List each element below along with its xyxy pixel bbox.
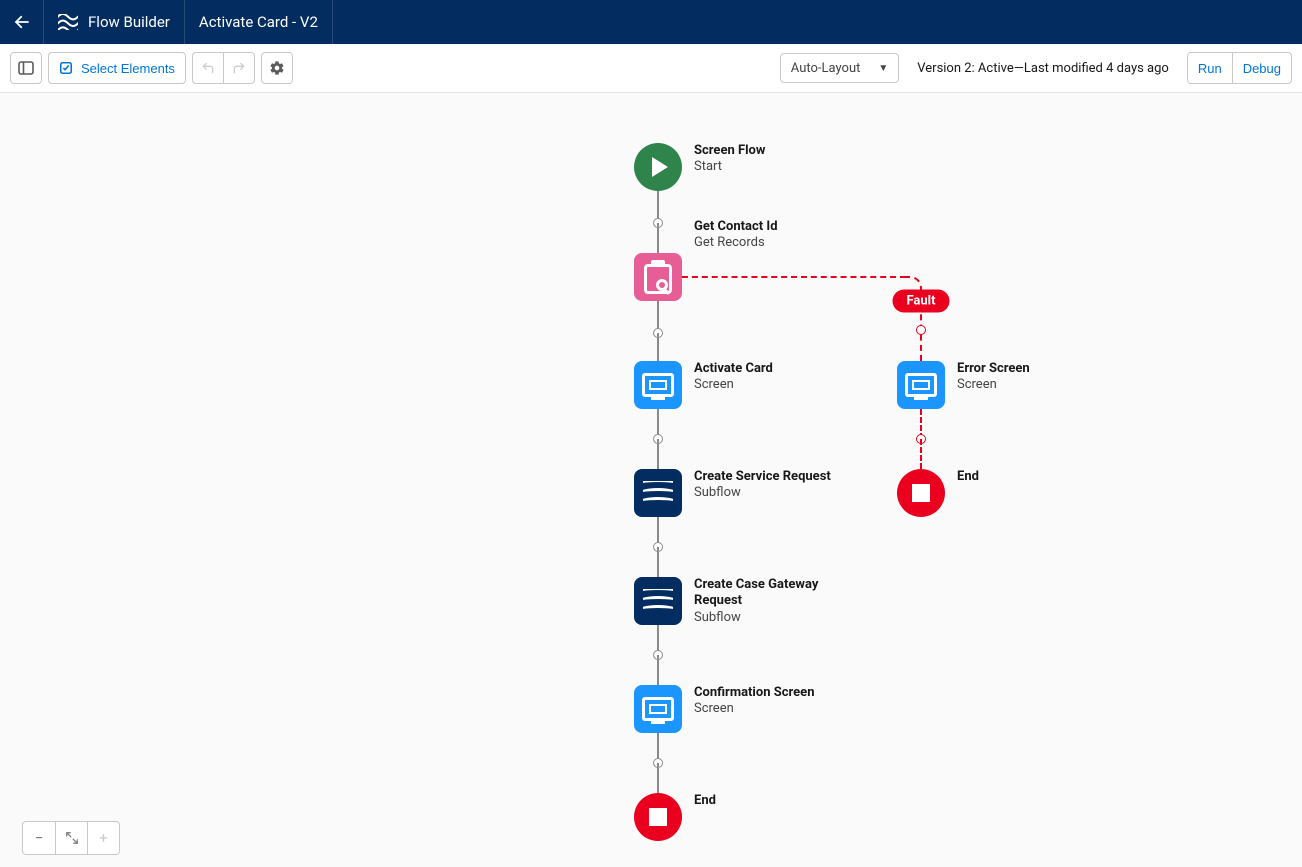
subflow-icon xyxy=(634,577,682,625)
add-element-dot[interactable] xyxy=(916,325,926,335)
debug-button[interactable]: Debug xyxy=(1232,52,1292,84)
node-title: Error Screen xyxy=(957,361,1030,377)
connector xyxy=(657,763,659,793)
zoom-control: − + xyxy=(22,821,120,855)
node-get-contact-id[interactable]: Get Contact Id Get Records xyxy=(634,253,778,301)
connector xyxy=(657,223,659,253)
status-text: Version 2: Active—Last modified 4 days a… xyxy=(917,61,1169,76)
redo-icon xyxy=(231,61,247,75)
node-title: Create Service Request xyxy=(694,469,831,485)
zoom-in-button[interactable]: + xyxy=(87,822,119,854)
fault-connector xyxy=(920,439,922,469)
undo-button[interactable] xyxy=(192,52,224,84)
node-title: Create Case Gateway Request xyxy=(694,577,854,610)
flow-canvas[interactable]: Fault Screen Flow Start Get Contact Id G… xyxy=(0,93,1302,867)
zoom-out-button[interactable]: − xyxy=(23,822,55,854)
subflow-icon xyxy=(634,469,682,517)
zoom-fit-button[interactable] xyxy=(55,822,87,854)
run-button[interactable]: Run xyxy=(1187,52,1233,84)
fit-icon xyxy=(65,831,79,845)
toolbar: Select Elements Auto-Layout xyxy=(0,44,1302,93)
node-create-service-request[interactable]: Create Service Request Subflow xyxy=(634,469,831,517)
page-title: Activate Card - V2 xyxy=(199,13,318,31)
end-icon xyxy=(897,469,945,517)
node-title: Screen Flow xyxy=(694,143,765,159)
screen-icon xyxy=(634,361,682,409)
node-title: Confirmation Screen xyxy=(694,685,814,701)
brand-cell: Flow Builder xyxy=(44,0,185,44)
end-icon xyxy=(634,793,682,841)
screen-icon xyxy=(634,685,682,733)
node-subtitle: Screen xyxy=(957,377,1030,393)
node-title: Get Contact Id xyxy=(694,219,778,235)
redo-button[interactable] xyxy=(223,52,255,84)
plus-icon: + xyxy=(99,829,108,847)
fault-badge: Fault xyxy=(893,290,950,313)
run-label: Run xyxy=(1198,61,1222,76)
app-header: Flow Builder Activate Card - V2 xyxy=(0,0,1302,44)
screen-icon xyxy=(897,361,945,409)
select-elements-icon xyxy=(59,61,73,75)
node-error-screen[interactable]: Error Screen Screen xyxy=(897,361,1030,409)
back-button[interactable] xyxy=(0,0,44,44)
node-end[interactable]: End xyxy=(634,793,716,841)
page-title-cell: Activate Card - V2 xyxy=(185,0,333,44)
layout-mode-label: Auto-Layout xyxy=(791,61,861,76)
node-start[interactable]: Screen Flow Start xyxy=(634,143,765,191)
node-title: End xyxy=(957,469,979,485)
select-elements-label: Select Elements xyxy=(81,61,175,76)
debug-label: Debug xyxy=(1243,61,1281,76)
brand-label: Flow Builder xyxy=(88,13,170,31)
select-elements-button[interactable]: Select Elements xyxy=(48,52,186,84)
node-end-error[interactable]: End xyxy=(897,469,979,517)
flow-builder-icon xyxy=(58,14,78,30)
connector xyxy=(657,333,659,361)
chevron-down-icon: ▼ xyxy=(878,63,888,74)
undo-redo-group xyxy=(192,52,255,84)
node-subtitle: Screen xyxy=(694,701,814,717)
connector xyxy=(657,655,659,685)
start-icon xyxy=(634,143,682,191)
get-records-icon xyxy=(634,253,682,301)
run-debug-group: Run Debug xyxy=(1187,52,1292,84)
node-subtitle: Screen xyxy=(694,377,773,393)
node-create-case-gateway-request[interactable]: Create Case Gateway Request Subflow xyxy=(634,577,854,626)
connector xyxy=(657,439,659,469)
layout-mode-dropdown[interactable]: Auto-Layout ▼ xyxy=(780,53,899,83)
node-subtitle: Get Records xyxy=(694,235,778,251)
gear-icon xyxy=(269,60,285,76)
node-confirmation-screen[interactable]: Confirmation Screen Screen xyxy=(634,685,814,733)
connector xyxy=(657,547,659,577)
back-arrow-icon xyxy=(13,13,31,31)
toggle-panel-button[interactable] xyxy=(10,52,42,84)
node-title: Activate Card xyxy=(694,361,773,377)
undo-icon xyxy=(200,61,216,75)
node-subtitle: Subflow xyxy=(694,610,854,626)
node-subtitle: Subflow xyxy=(694,485,831,501)
panel-icon xyxy=(18,61,34,75)
node-subtitle: Start xyxy=(694,159,765,175)
node-activate-card[interactable]: Activate Card Screen xyxy=(634,361,773,409)
minus-icon: − xyxy=(35,829,44,847)
settings-button[interactable] xyxy=(261,52,293,84)
node-title: End xyxy=(694,793,716,809)
